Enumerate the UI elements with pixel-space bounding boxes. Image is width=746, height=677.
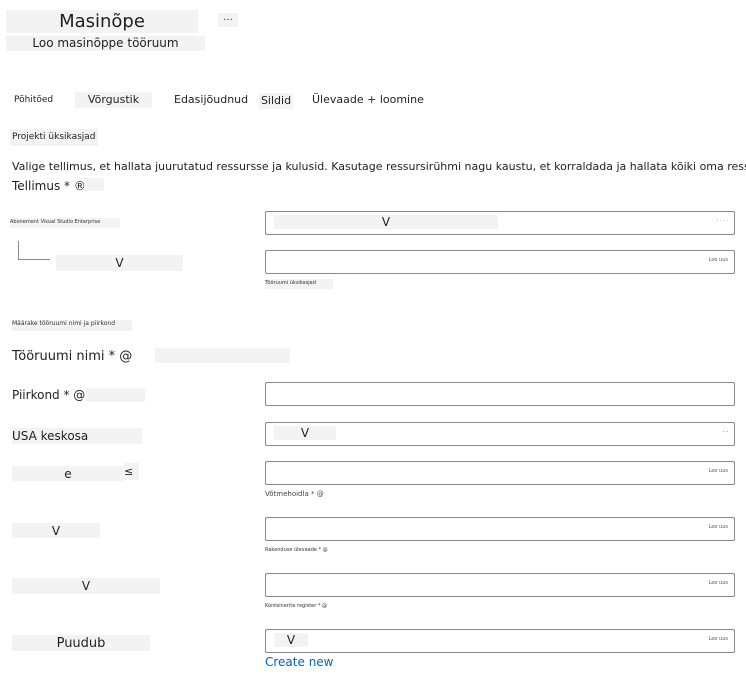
resource-group-label: V [56,255,183,271]
app-insights-select[interactable]: Loo uus [265,573,735,597]
storage-account-select[interactable]: Loo uus [265,461,735,485]
region-label: Piirkond * @ [12,388,86,402]
subscription-select[interactable]: V · · · · [265,211,735,235]
region-select[interactable]: V - - [265,422,735,446]
key-vault-label: V [12,523,100,538]
page-subtitle: Loo masinõppe tööruum [6,36,205,51]
tab-basics[interactable]: Põhitõed [14,92,53,108]
workspace-name-input[interactable] [265,382,735,406]
tab-networking[interactable]: Võrgustik [75,92,152,108]
page-title: Masinõpe [6,10,198,33]
container-registry-select[interactable]: V Loo uus [265,629,735,653]
region-value: USA keskosa [12,428,142,444]
more-options-button[interactable]: ... [218,13,238,27]
project-details-heading: Projekti üksikasjad [10,129,98,146]
subscription-select-value: V [274,215,498,229]
resource-group-help: Tööruumi üksikasjad [265,279,333,289]
subscription-ellipsis: · · · · [716,218,728,224]
key-vault-select[interactable]: Loo uus [265,517,735,541]
tab-advanced[interactable]: Edasijõudnud [174,92,248,108]
key-vault-help: Võtmehoidla * @ [265,490,324,498]
storage-account-mark: ≤ [124,463,139,480]
resource-group-create-link[interactable]: Loo uus [709,255,728,265]
container-registry-label: Puudub [12,635,150,651]
create-new-link[interactable]: Create new [265,655,334,670]
tab-review-create[interactable]: Ülevaade + loomine [312,92,424,108]
subscription-name: Abonement Visual Studio Enterprise [10,218,120,228]
label-patch [84,178,104,191]
app-insights-label: V [12,578,160,594]
project-description: Valige tellimus, et hallata juurutatud r… [12,160,746,173]
container-registry-help: Konteinerite register * @ [265,603,327,609]
tree-connector [18,241,19,259]
app-insights-help: Rakenduse ülevaade * @ [265,547,328,553]
storage-account-label: e [12,466,124,481]
tab-tags[interactable]: Sildid [259,93,293,109]
tree-connector-horizontal [18,259,50,260]
region-select-chevron: - - [722,429,728,435]
app-insights-create-link[interactable]: Loo uus [709,578,728,588]
resource-group-select[interactable]: Loo uus [265,250,735,274]
storage-account-create-link[interactable]: Loo uus [709,466,728,476]
workspace-name-label: Tööruumi nimi * @ [12,349,133,364]
workspace-name-patch [155,348,290,363]
key-vault-create-link[interactable]: Loo uus [709,522,728,532]
region-select-value: V [274,426,336,440]
container-registry-create-link[interactable]: Loo uus [709,634,728,644]
workspace-heading: Määrake tööruumi nimi ja piirkond [12,320,132,331]
container-registry-select-value: V [274,633,308,647]
region-label-patch [86,388,145,402]
